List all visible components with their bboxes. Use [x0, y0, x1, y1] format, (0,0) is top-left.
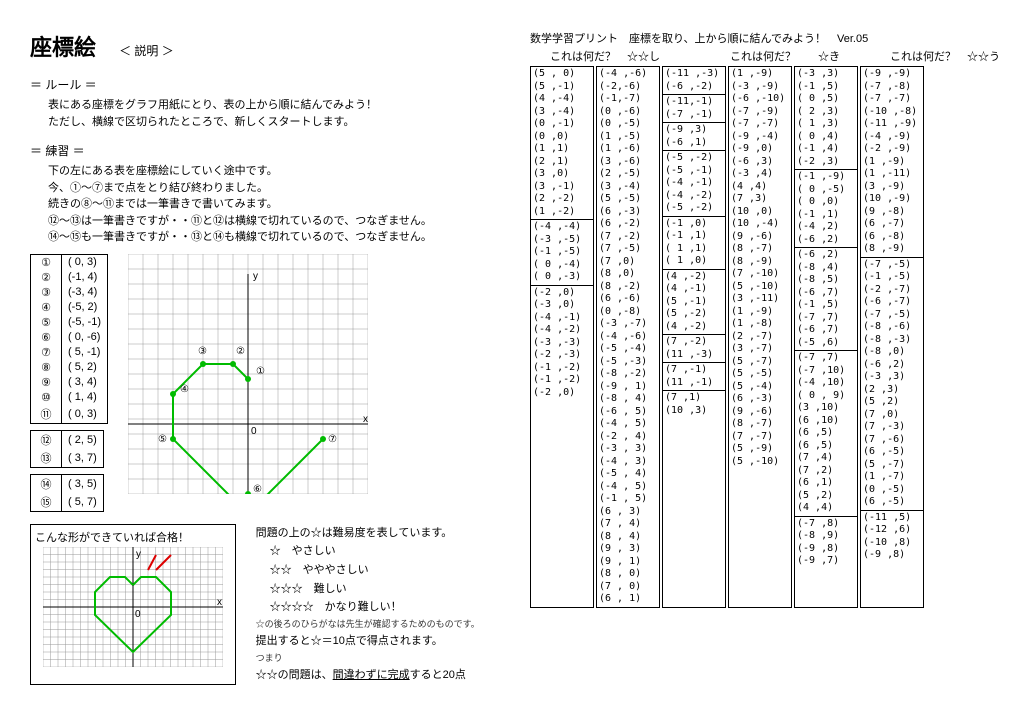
svg-text:⑥: ⑥ [253, 484, 262, 494]
svg-text:②: ② [236, 346, 245, 357]
sample-box: こんな形ができていれば合格！ x y 0 [30, 524, 236, 685]
svg-text:④: ④ [180, 384, 189, 395]
page-title: 座標絵 [30, 30, 96, 62]
rule-text: 表にある座標をグラフ用紙にとり、表の上から順に結んでみよう！ ただし、横線で区切… [48, 97, 510, 130]
svg-text:⑦: ⑦ [328, 434, 337, 445]
subtitle: ＜ 説明 ＞ [119, 42, 174, 59]
difficulty-box: 問題の上の☆は難易度を表しています。 ☆ やさしい ☆☆ やややさしい ☆☆☆ … [256, 524, 510, 685]
svg-text:y: y [136, 549, 141, 560]
svg-text:x: x [217, 597, 222, 608]
svg-text:0: 0 [251, 426, 257, 437]
quiz-labels: これは何だ？ ☆☆し これは何だ？ ☆き これは何だ？ ☆☆う [530, 48, 1004, 64]
rule-label: ＝ ルール ＝ [30, 76, 510, 93]
practice-text: 下の左にある表を座標絵にしていく途中です。 今、①～⑦まで点をとり結び終わりまし… [48, 163, 510, 246]
practice-graph: x y 0 ① ② ③ ④ ⑤ ⑥ ⑦ [128, 254, 368, 494]
svg-text:0: 0 [135, 609, 141, 620]
practice-label: ＝ 練習 ＝ [30, 142, 510, 159]
svg-text:y: y [253, 271, 258, 282]
svg-text:①: ① [256, 366, 265, 377]
svg-text:⑤: ⑤ [158, 434, 167, 445]
svg-text:x: x [363, 414, 368, 425]
worksheet-header: 数学学習プリント 座標を取り、上から順に結んでみよう！ Ver.05 [530, 30, 1004, 46]
svg-text:③: ③ [198, 346, 207, 357]
practice-table: ①( 0, 3)②(-1, 4)③(-3, 4)④(-5, 2)⑤(-5, -1… [30, 254, 108, 512]
data-columns: (5 , 0)(5 ,-1)(4 ,-4)(3 ,-4)(0 ,-1)(0 ,0… [530, 66, 1004, 608]
